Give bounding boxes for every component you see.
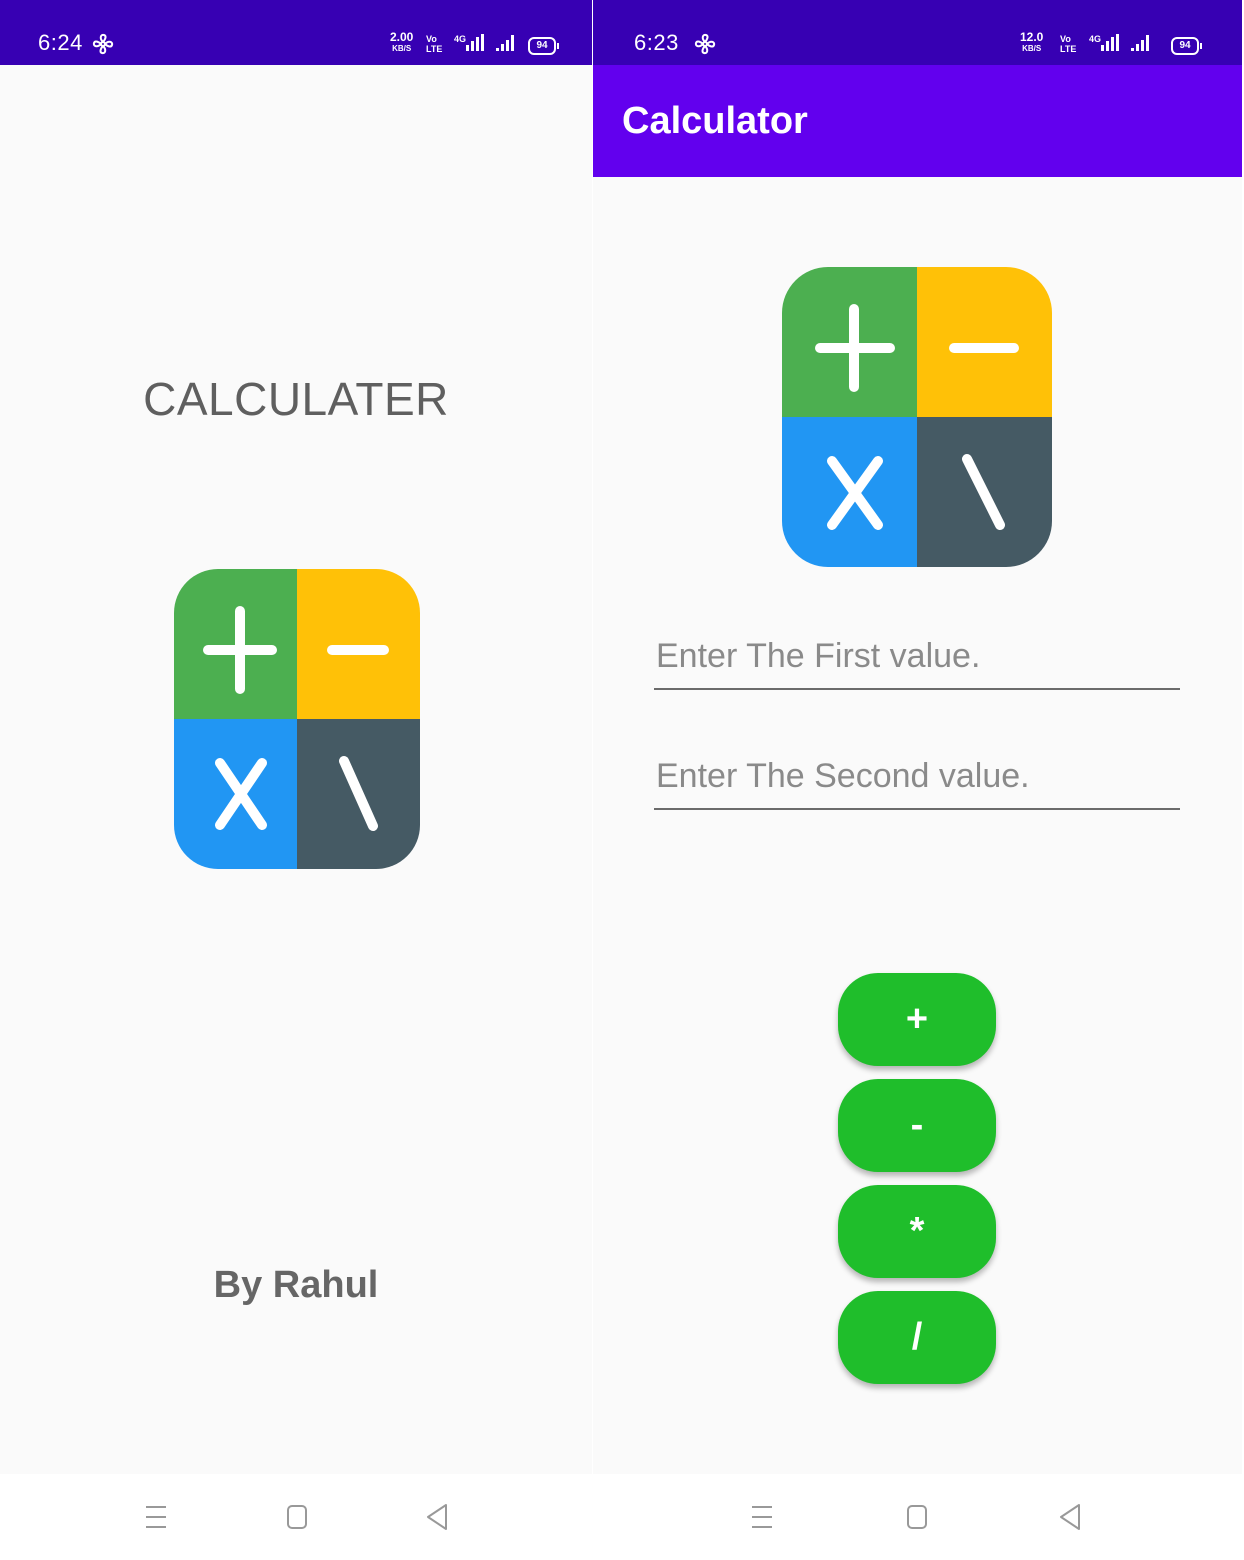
navigation-bar	[622, 1474, 1244, 1560]
network-type: 4G	[454, 34, 467, 44]
status-time: 6:23	[634, 30, 679, 55]
network-speed: 12.0 KB/S	[1020, 30, 1044, 54]
calculator-logo-icon	[174, 569, 420, 869]
second-value-field[interactable]	[654, 748, 1184, 810]
battery-icon: 94	[1171, 37, 1202, 55]
fan-icon	[92, 33, 114, 60]
network-speed-unit: KB/S	[392, 44, 412, 53]
multiply-button[interactable]: *	[838, 1185, 996, 1278]
navigation-bar	[0, 1474, 622, 1560]
volte-indicator: Vo LTE	[1060, 34, 1076, 54]
back-icon[interactable]	[425, 1502, 449, 1537]
divide-button[interactable]: /	[838, 1291, 996, 1384]
first-value-input[interactable]	[654, 628, 1184, 684]
home-icon[interactable]	[286, 1502, 308, 1537]
network-speed-unit: KB/S	[1022, 44, 1042, 53]
network-speed-value: 12.0	[1020, 30, 1044, 44]
battery-icon: 94	[528, 37, 559, 55]
signal-icon	[1101, 33, 1159, 58]
status-bar: 6:24 2.00 KB/S Vo LTE 4G 94	[0, 0, 592, 65]
home-icon[interactable]	[906, 1502, 928, 1537]
network-speed: 2.00 KB/S	[390, 30, 414, 54]
add-button[interactable]: +	[838, 973, 996, 1066]
lte-label: LTE	[1060, 44, 1077, 54]
lte-label: LTE	[426, 44, 443, 54]
signal-icon	[466, 33, 524, 58]
volte-indicator: Vo LTE	[426, 34, 442, 54]
app-bar: Calculator	[593, 65, 1242, 177]
splash-screen: 6:24 2.00 KB/S Vo LTE 4G 94 CALCULATER B…	[0, 0, 592, 1474]
menu-icon[interactable]	[144, 1502, 168, 1537]
calculator-screen: 6:23 12.0 KB/S Vo LTE 4G 94 Calculator E…	[593, 0, 1242, 1474]
app-bar-title: Calculator	[622, 100, 808, 142]
calculator-logo-icon	[782, 267, 1052, 567]
network-speed-value: 2.00	[390, 30, 414, 44]
subtract-button[interactable]: -	[838, 1079, 996, 1172]
status-time: 6:24	[38, 30, 83, 55]
author-label: By Rahul	[213, 1264, 379, 1306]
back-icon[interactable]	[1058, 1502, 1082, 1537]
volte-label: Vo	[426, 34, 437, 44]
splash-title: CALCULATER	[143, 373, 449, 425]
fan-icon	[694, 33, 716, 60]
first-value-field[interactable]	[654, 628, 1184, 690]
network-type: 4G	[1089, 34, 1102, 44]
menu-icon[interactable]	[750, 1502, 774, 1537]
status-bar: 6:23 12.0 KB/S Vo LTE 4G 94	[593, 0, 1242, 65]
second-value-input[interactable]	[654, 748, 1184, 804]
volte-label: Vo	[1060, 34, 1071, 44]
